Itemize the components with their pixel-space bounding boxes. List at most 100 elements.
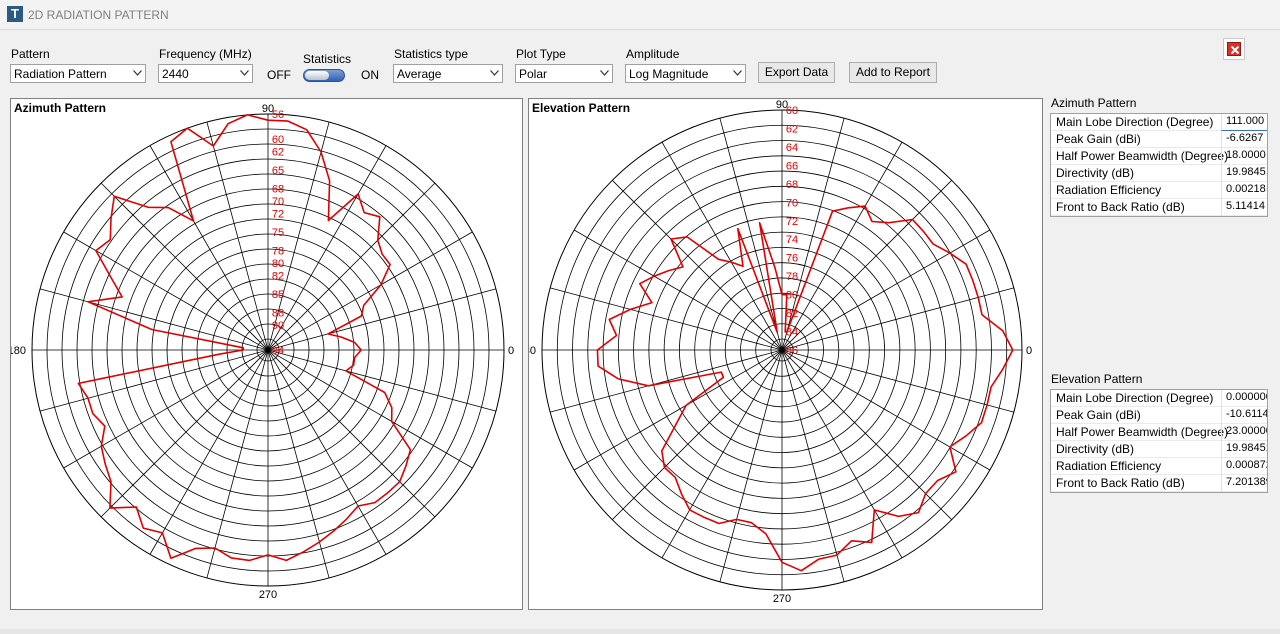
stats-row-value: 19.98451: [1221, 441, 1267, 458]
stats-row-label: Half Power Beamwidth (Degree): [1056, 425, 1229, 439]
polar-ring-label: 88: [272, 308, 284, 320]
azimuth-stats-table: Main Lobe Direction (Degree) 111.000 Peak …: [1050, 113, 1268, 217]
azimuth-polar-chart: 901800270566062656870727578808285889094: [11, 103, 514, 601]
elevation-polar-chart: 9018002706062646668707274767880828486: [529, 99, 1032, 605]
polar-angle-label: 270: [773, 593, 791, 605]
polar-ring-label: 82: [272, 270, 284, 282]
stats-row[interactable]: Peak Gain (dBi) -6.6267: [1051, 131, 1267, 148]
statistics-label: Statistics: [303, 52, 352, 66]
polar-ring-label: 74: [786, 234, 798, 246]
stats-row-label: Front to Back Ratio (dB): [1056, 476, 1185, 490]
polar-ring-label: 72: [272, 208, 284, 220]
stats-row-value: 19.9845: [1221, 165, 1267, 182]
stats-row-value: -6.6267: [1221, 131, 1267, 148]
add-to-report-button[interactable]: Add to Report: [849, 62, 937, 83]
stats-row[interactable]: Directivity (dB) 19.98451: [1051, 441, 1267, 458]
stats-row[interactable]: Radiation Efficiency 0.00218: [1051, 182, 1267, 199]
stats-row-value: 0.00218: [1221, 182, 1267, 199]
status-bar: [0, 629, 1280, 634]
amplitude-select-value: Log Magnitude: [629, 67, 709, 81]
polar-ring-label: 66: [786, 160, 798, 172]
polar-angle-label: 180: [11, 345, 26, 357]
amplitude-label: Amplitude: [626, 47, 680, 61]
chevron-down-icon[interactable]: [728, 65, 745, 82]
stats-row-value: 0.000872: [1221, 458, 1267, 475]
chevron-down-icon[interactable]: [485, 65, 502, 82]
statistics-type-label: Statistics type: [394, 47, 469, 61]
polar-ring-label: 78: [272, 246, 284, 258]
stats-row[interactable]: Front to Back Ratio (dB) 5.11414: [1051, 199, 1267, 216]
stats-row[interactable]: Main Lobe Direction (Degree) 111.000: [1051, 114, 1267, 131]
polar-ring-label: 68: [786, 179, 798, 191]
chevron-down-icon[interactable]: [128, 65, 145, 82]
stats-row[interactable]: Front to Back Ratio (dB) 7.201389: [1051, 475, 1267, 492]
frequency-label: Frequency (MHz): [159, 47, 252, 61]
plot-type-label: Plot Type: [516, 47, 566, 61]
polar-ring-label: 86: [786, 345, 798, 357]
polar-ring-label: 78: [786, 271, 798, 283]
amplitude-select[interactable]: Log Magnitude: [625, 64, 746, 83]
stats-row[interactable]: Peak Gain (dBi) -10.6114: [1051, 407, 1267, 424]
statistics-type-select[interactable]: Average: [393, 64, 503, 83]
frequency-select-value: 2440: [162, 67, 189, 81]
polar-ring-label: 90: [272, 320, 284, 332]
title-bar: T 2D RADIATION PATTERN: [0, 0, 1280, 30]
polar-ring-label: 80: [272, 258, 284, 270]
stats-row[interactable]: Main Lobe Direction (Degree) 0.000000: [1051, 390, 1267, 407]
stats-row-label: Peak Gain (dBi): [1056, 132, 1141, 146]
polar-ring-label: 56: [272, 109, 284, 121]
polar-ring-label: 72: [786, 216, 798, 228]
elevation-plot-title: Elevation Pattern: [532, 101, 631, 115]
polar-ring-label: 64: [786, 142, 798, 154]
elevation-plot-panel: 9018002706062646668707274767880828486 El…: [528, 98, 1043, 610]
polar-ring-label: 76: [786, 253, 798, 265]
elevation-stats-table: Main Lobe Direction (Degree) 0.000000 Peak…: [1050, 389, 1268, 493]
toggle-knob[interactable]: [305, 71, 329, 80]
window-title: 2D RADIATION PATTERN: [28, 8, 169, 22]
frequency-select[interactable]: 2440: [158, 64, 253, 83]
stats-row[interactable]: Radiation Efficiency 0.000872: [1051, 458, 1267, 475]
main-client-area: Pattern Radiation Pattern Frequency (MHz…: [4, 31, 1276, 629]
polar-ring-label: 62: [786, 123, 798, 135]
polar-ring-label: 75: [272, 227, 284, 239]
polar-ring-label: 85: [272, 289, 284, 301]
stats-row-label: Main Lobe Direction (Degree): [1056, 391, 1214, 405]
stats-row[interactable]: Directivity (dB) 19.9845: [1051, 165, 1267, 182]
polar-angle-label: 270: [259, 589, 277, 601]
elevation-stats-heading: Elevation Pattern: [1051, 372, 1143, 386]
stats-row[interactable]: Half Power Beamwidth (Degree) 18.0000: [1051, 148, 1267, 165]
stats-row-value: 5.11414: [1221, 199, 1267, 216]
stats-row-value: 18.0000: [1221, 148, 1267, 165]
pattern-trace: [77, 114, 412, 562]
close-button[interactable]: [1223, 38, 1245, 60]
polar-angle-label: 0: [508, 345, 514, 357]
stats-row-label: Radiation Efficiency: [1056, 183, 1162, 197]
chevron-down-icon[interactable]: [595, 65, 612, 82]
polar-ring-label: 70: [272, 196, 284, 208]
polar-ring-label: 94: [272, 345, 284, 357]
stats-row-value: 23.00000: [1221, 424, 1267, 441]
stats-row-label: Peak Gain (dBi): [1056, 408, 1141, 422]
polar-ring-label: 80: [786, 290, 798, 302]
polar-ring-label: 70: [786, 197, 798, 209]
stats-row-label: Radiation Efficiency: [1056, 459, 1162, 473]
plot-type-select[interactable]: Polar: [515, 64, 613, 83]
stats-row-value: 111.000: [1221, 114, 1267, 131]
polar-ring-label: 65: [272, 165, 284, 177]
chevron-down-icon[interactable]: [235, 65, 252, 82]
pattern-label: Pattern: [11, 47, 50, 61]
azimuth-stats-heading: Azimuth Pattern: [1051, 96, 1137, 110]
polar-ring-label: 60: [272, 134, 284, 146]
stats-row-label: Front to Back Ratio (dB): [1056, 200, 1185, 214]
app-logo-icon: T: [7, 6, 23, 22]
pattern-select[interactable]: Radiation Pattern: [10, 64, 146, 83]
stats-row-label: Half Power Beamwidth (Degree): [1056, 149, 1229, 163]
export-data-button[interactable]: Export Data: [758, 62, 835, 83]
statistics-off-label: OFF: [267, 68, 291, 82]
stats-row[interactable]: Half Power Beamwidth (Degree) 23.00000: [1051, 424, 1267, 441]
statistics-toggle[interactable]: [303, 69, 345, 82]
close-icon[interactable]: [1226, 41, 1244, 59]
statistics-on-label: ON: [361, 68, 379, 82]
azimuth-plot-panel: 901800270566062656870727578808285889094 …: [10, 98, 523, 610]
polar-ring-label: 60: [786, 105, 798, 117]
